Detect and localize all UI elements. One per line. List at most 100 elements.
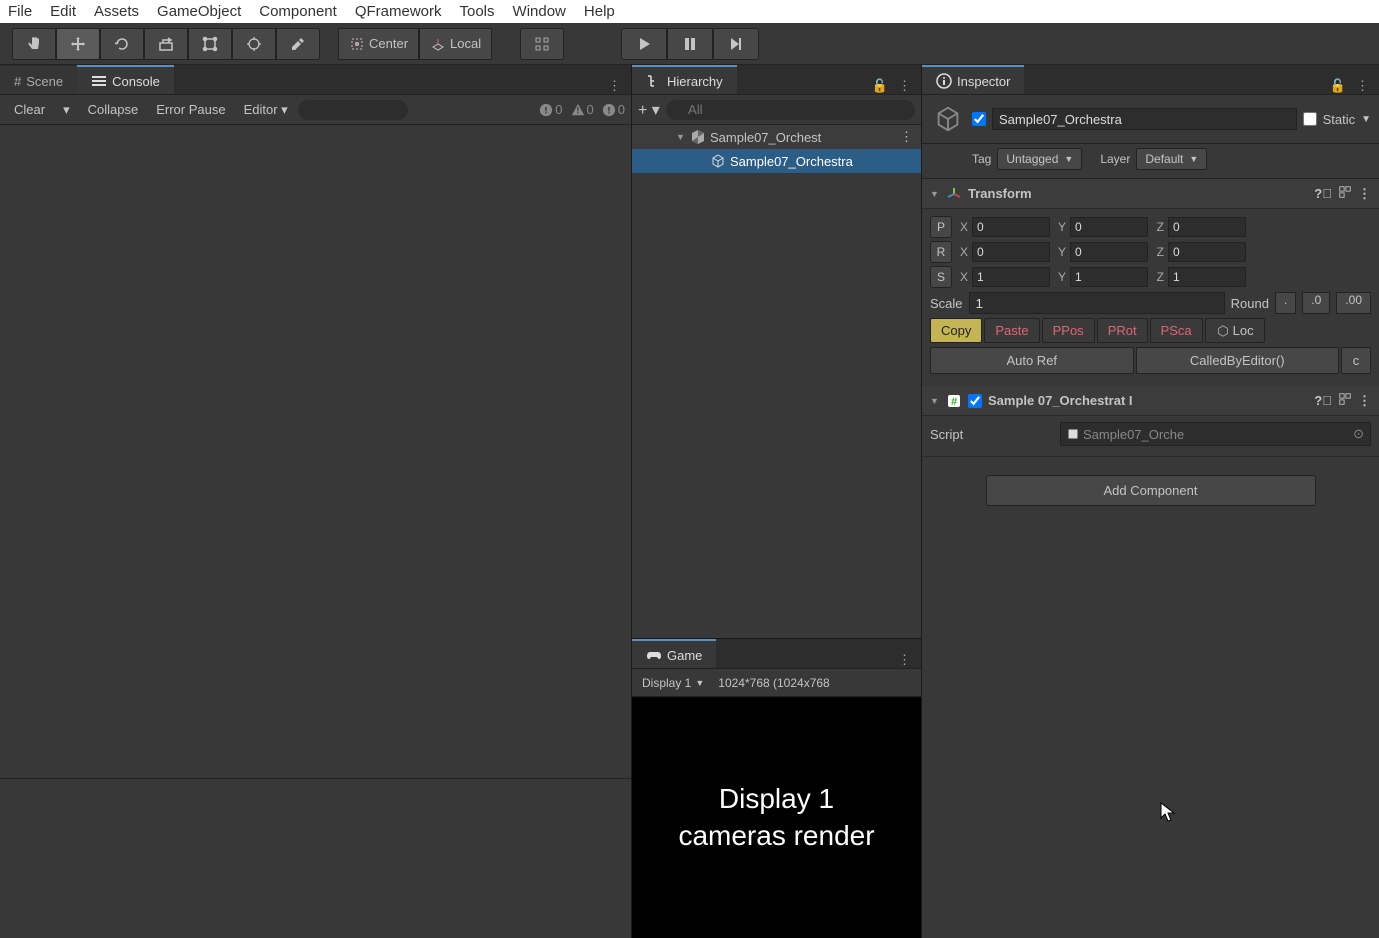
- tab-hierarchy[interactable]: Hierarchy: [632, 65, 737, 94]
- lock-icon[interactable]: 🔓: [872, 78, 888, 94]
- scale-z-input[interactable]: [1168, 267, 1246, 287]
- scene-menu-icon[interactable]: ⋮: [900, 129, 921, 145]
- transform-header[interactable]: ▼ Transform ?⃝ ⋮: [922, 179, 1379, 209]
- component-enabled-checkbox[interactable]: [968, 394, 982, 408]
- rect-tool[interactable]: [188, 28, 232, 60]
- menu-component[interactable]: Component: [259, 3, 337, 20]
- editor-dropdown[interactable]: Editor ▾: [236, 98, 296, 122]
- scale-x-input[interactable]: [972, 267, 1050, 287]
- menu-window[interactable]: Window: [513, 3, 566, 20]
- menu-file[interactable]: File: [8, 3, 32, 20]
- error-pause-button[interactable]: Error Pause: [148, 98, 233, 121]
- hierarchy-search[interactable]: [666, 100, 915, 120]
- scale-uniform-input[interactable]: [969, 292, 1225, 314]
- static-checkbox[interactable]: [1303, 112, 1317, 126]
- help-icon[interactable]: ?⃝: [1314, 393, 1332, 408]
- display-dropdown[interactable]: Display 1 ▼: [638, 674, 708, 692]
- round-00-button[interactable]: .00: [1336, 292, 1371, 314]
- ppos-button[interactable]: PPos: [1042, 318, 1095, 343]
- preset-icon[interactable]: [1338, 185, 1352, 202]
- round-0-button[interactable]: .0: [1302, 292, 1330, 314]
- pos-z-input[interactable]: [1168, 217, 1246, 237]
- foldout-icon[interactable]: ▼: [930, 189, 940, 199]
- scale-tool[interactable]: [144, 28, 188, 60]
- pos-y-input[interactable]: [1070, 217, 1148, 237]
- menu-gameobject[interactable]: GameObject: [157, 3, 241, 20]
- tab-console[interactable]: Console: [77, 65, 174, 94]
- active-checkbox[interactable]: [972, 112, 986, 126]
- transform-tool[interactable]: [232, 28, 276, 60]
- create-dropdown[interactable]: + ▾: [638, 100, 660, 120]
- local-global-toggle[interactable]: Local: [419, 28, 492, 60]
- name-field[interactable]: Sample07_Orchestra: [992, 108, 1297, 130]
- autoref-button[interactable]: Auto Ref: [930, 347, 1134, 374]
- calledbyeditor-button[interactable]: CalledByEditor(): [1136, 347, 1340, 374]
- copy-button[interactable]: Copy: [930, 318, 982, 343]
- c-button[interactable]: c: [1341, 347, 1371, 374]
- error-count[interactable]: !0: [602, 102, 625, 117]
- add-component-button[interactable]: Add Component: [986, 475, 1316, 506]
- rot-x-input[interactable]: [972, 242, 1050, 262]
- tab-game[interactable]: Game: [632, 639, 716, 668]
- console-log-area[interactable]: [0, 125, 631, 778]
- layer-dropdown[interactable]: Default ▼: [1136, 148, 1207, 170]
- clear-dropdown[interactable]: ▾: [55, 98, 78, 122]
- move-tool[interactable]: [56, 28, 100, 60]
- help-icon[interactable]: ?⃝: [1314, 186, 1332, 201]
- panel-menu-icon[interactable]: ⋮: [1356, 78, 1369, 94]
- static-dropdown[interactable]: ▼: [1361, 114, 1371, 125]
- console-detail-area[interactable]: [0, 778, 631, 938]
- loc-button[interactable]: Loc: [1205, 318, 1265, 343]
- context-menu-icon[interactable]: ⋮: [1358, 393, 1371, 409]
- warn-count[interactable]: !0: [571, 102, 594, 117]
- no-camera-message: Display 1 cameras render: [678, 781, 874, 854]
- custom-tool[interactable]: [276, 28, 320, 60]
- prot-button[interactable]: PRot: [1097, 318, 1148, 343]
- round-dot-button[interactable]: .: [1275, 292, 1296, 314]
- rot-z-input[interactable]: [1168, 242, 1246, 262]
- gameobject-icon[interactable]: [930, 101, 966, 137]
- clear-button[interactable]: Clear: [6, 98, 53, 121]
- pos-x-input[interactable]: [972, 217, 1050, 237]
- script-reference-field[interactable]: Sample07_Orche ⊙: [1060, 422, 1371, 446]
- step-button[interactable]: [713, 28, 759, 60]
- scale-y-input[interactable]: [1070, 267, 1148, 287]
- hand-tool[interactable]: [12, 28, 56, 60]
- snap-toggle[interactable]: [520, 28, 564, 60]
- collapse-button[interactable]: Collapse: [80, 98, 147, 121]
- target-icon[interactable]: ⊙: [1353, 426, 1364, 442]
- menu-edit[interactable]: Edit: [50, 3, 76, 20]
- pause-button[interactable]: [667, 28, 713, 60]
- psca-button[interactable]: PSca: [1150, 318, 1203, 343]
- lock-icon[interactable]: 🔓: [1330, 78, 1346, 94]
- paste-button[interactable]: Paste: [984, 318, 1039, 343]
- scene-row[interactable]: ▼ Sample07_Orchest ⋮: [632, 125, 921, 149]
- panel-menu-icon[interactable]: ⋮: [888, 652, 921, 668]
- hierarchy-tree[interactable]: ▼ Sample07_Orchest ⋮ Sample07_Orchestra: [632, 125, 921, 638]
- menu-tools[interactable]: Tools: [460, 3, 495, 20]
- panel-menu-icon[interactable]: ⋮: [898, 78, 911, 94]
- pivot-center-toggle[interactable]: Center: [338, 28, 419, 60]
- info-icon: [936, 73, 952, 89]
- gameobject-row[interactable]: Sample07_Orchestra: [632, 149, 921, 173]
- context-menu-icon[interactable]: ⋮: [1358, 186, 1371, 202]
- rot-y-input[interactable]: [1070, 242, 1148, 262]
- menu-assets[interactable]: Assets: [94, 3, 139, 20]
- tag-dropdown[interactable]: Untagged ▼: [997, 148, 1082, 170]
- position-label: P: [930, 216, 952, 238]
- preset-icon[interactable]: [1338, 392, 1352, 409]
- play-button[interactable]: [621, 28, 667, 60]
- rotate-tool[interactable]: [100, 28, 144, 60]
- panel-menu-icon[interactable]: ⋮: [598, 78, 631, 94]
- menu-help[interactable]: Help: [584, 3, 615, 20]
- menu-qframework[interactable]: QFramework: [355, 3, 442, 20]
- script-component-header[interactable]: ▼ # Sample 07_Orchestrat I ?⃝ ⋮: [922, 386, 1379, 416]
- tab-inspector[interactable]: Inspector: [922, 65, 1024, 94]
- svg-text:!: !: [607, 105, 610, 116]
- info-count[interactable]: !0: [539, 102, 562, 117]
- tab-scene[interactable]: #Scene: [0, 66, 77, 94]
- resolution-dropdown[interactable]: 1024*768 (1024x768: [714, 674, 833, 692]
- foldout-icon[interactable]: ▼: [676, 132, 686, 142]
- foldout-icon[interactable]: ▼: [930, 396, 940, 406]
- console-search[interactable]: [298, 100, 408, 120]
